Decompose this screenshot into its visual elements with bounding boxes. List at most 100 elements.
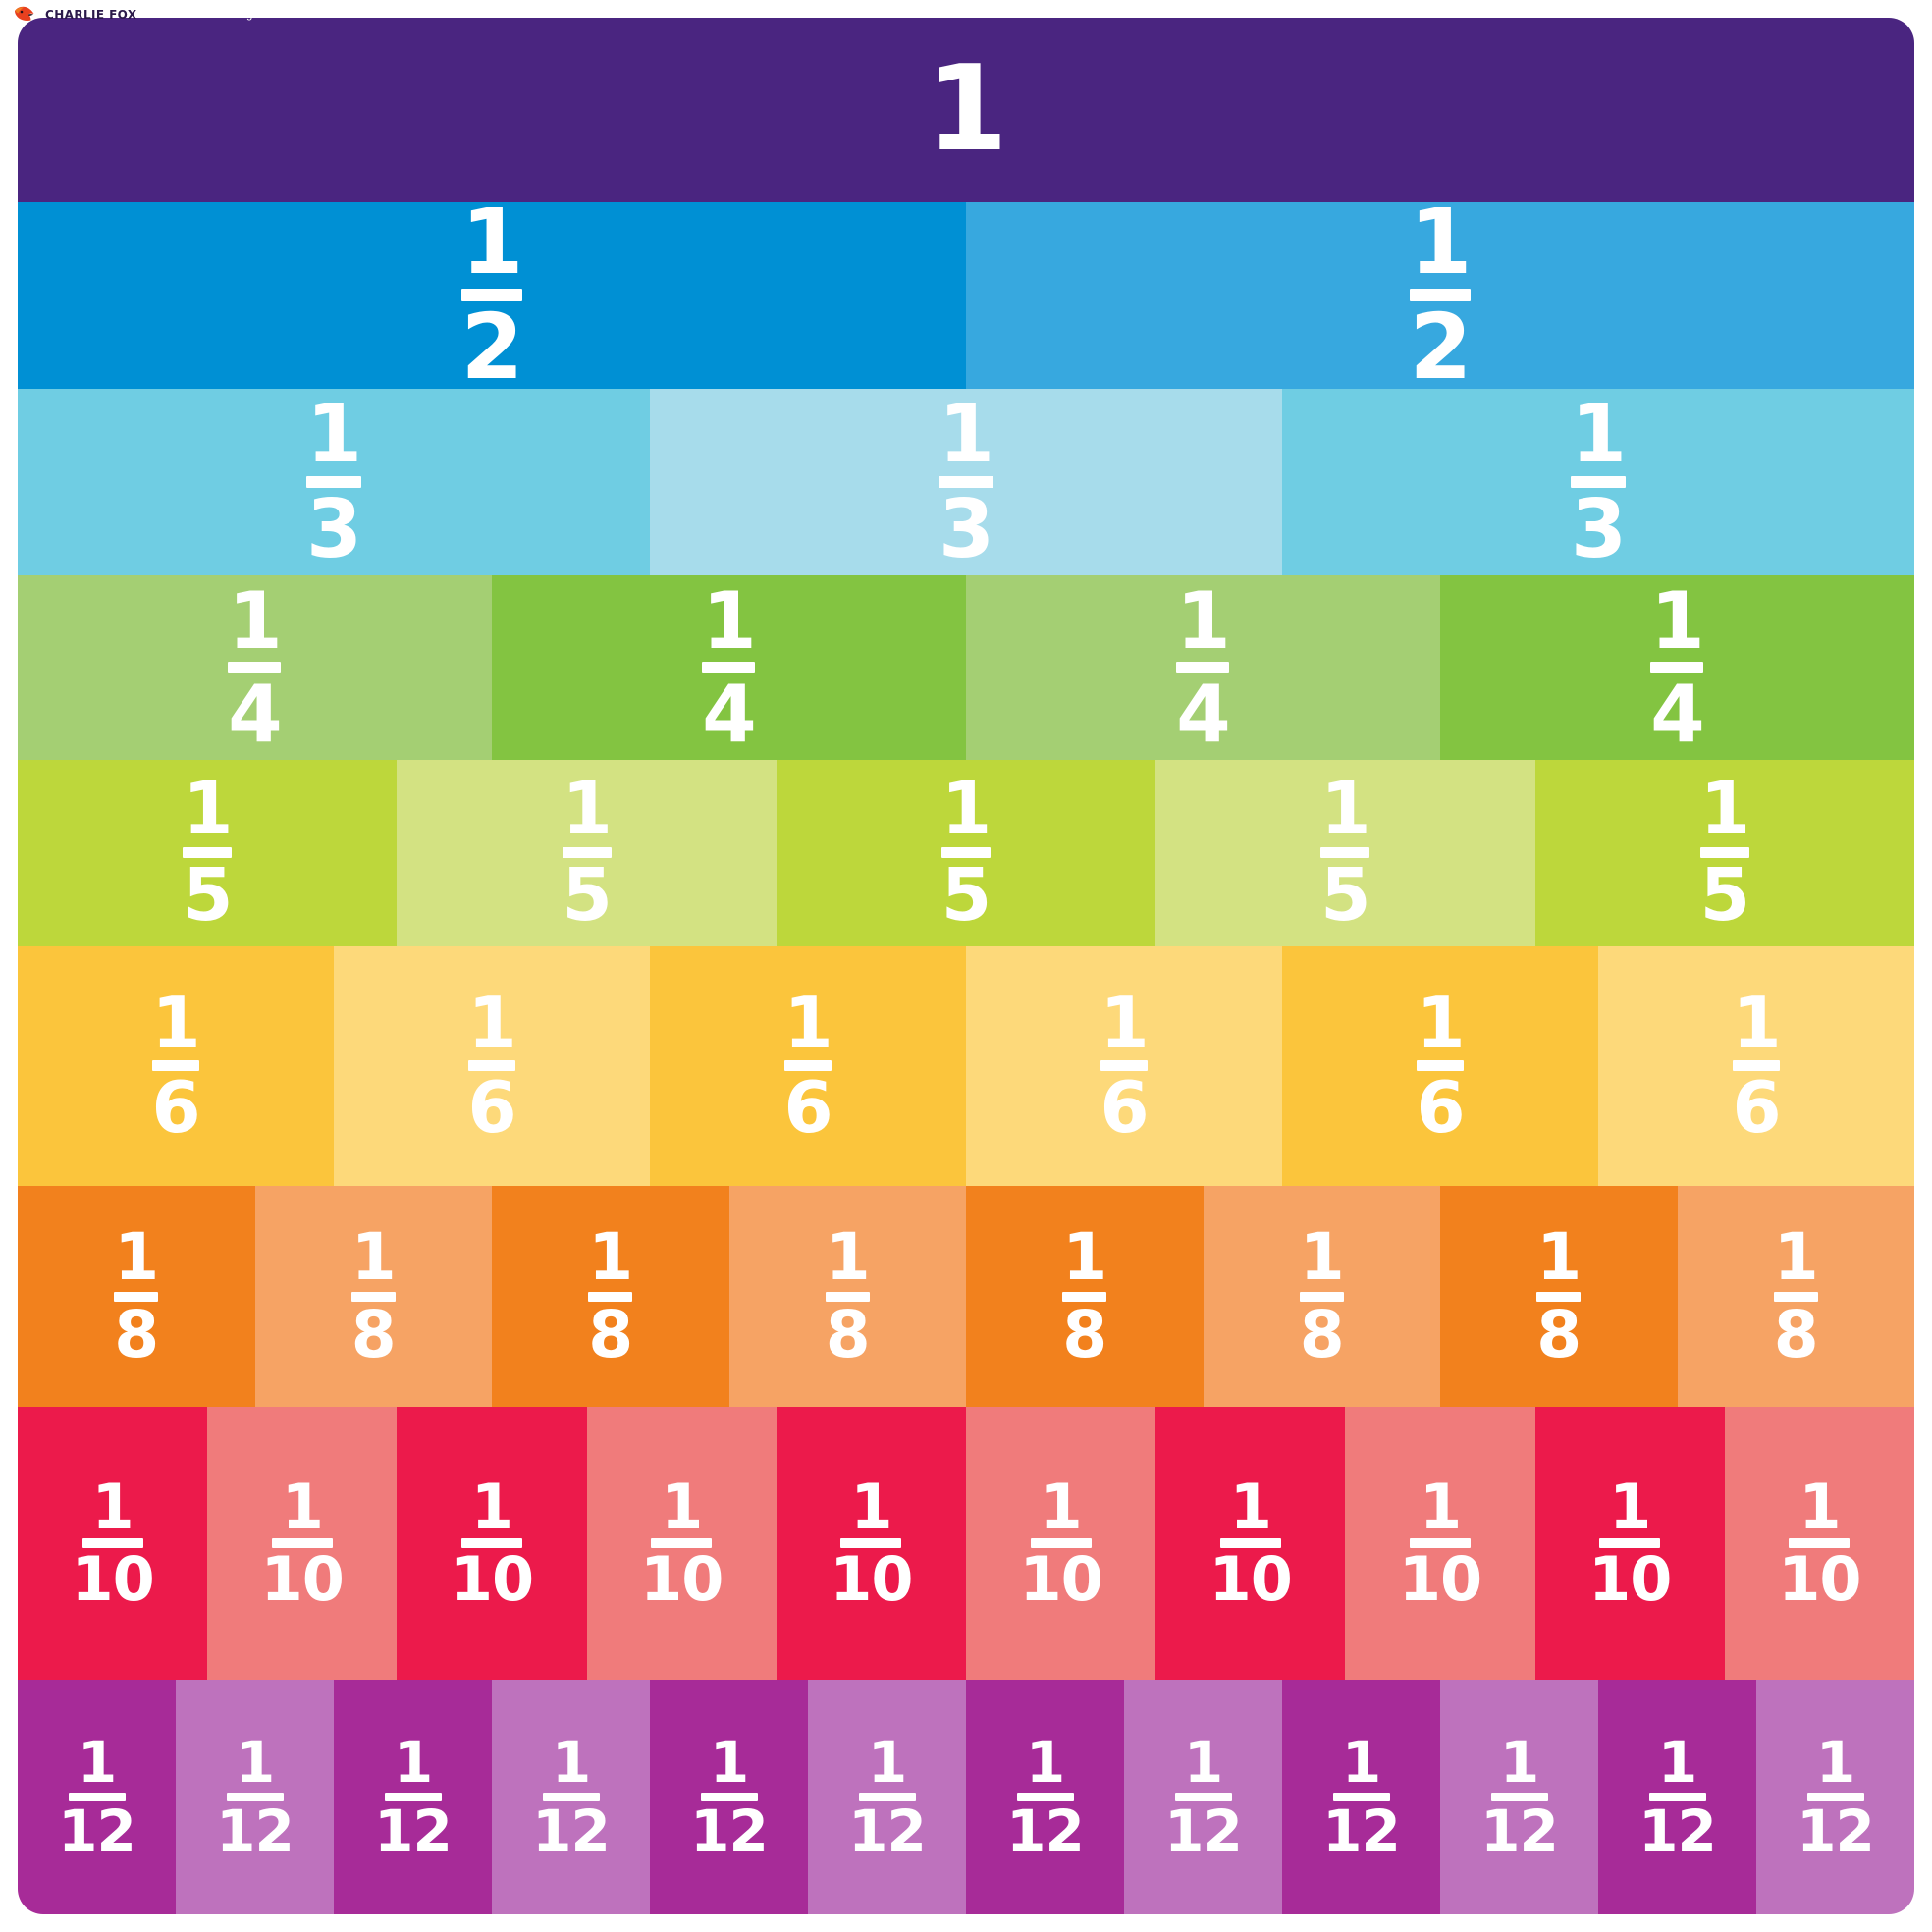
numerator: 1 [305, 388, 362, 481]
fraction-cell-tenths[interactable]: 1 10 [397, 1407, 587, 1680]
fraction-cell-eighths[interactable]: 18 [966, 1185, 1204, 1408]
denominator: 8 [1773, 1296, 1819, 1372]
fraction-cell-tenths[interactable]: 1 10 [18, 1407, 208, 1680]
denominator: 10 [1588, 1543, 1672, 1616]
fraction-cell-tenths[interactable]: 1 10 [586, 1407, 777, 1680]
fraction-cell-fifths[interactable]: 15 [1155, 759, 1535, 946]
numerator: 1 [783, 981, 832, 1064]
denominator: 12 [690, 1797, 769, 1864]
fraction-label-1-over-8: 18 [114, 1225, 159, 1367]
fraction-cell-tenths[interactable]: 1 10 [1345, 1407, 1535, 1680]
fraction-label-1-over-12: 1 12 [216, 1735, 295, 1859]
fraction-label-1-over-4: 14 [1650, 574, 1705, 753]
fraction-cell-fourths[interactable]: 14 [966, 574, 1440, 760]
fraction-cell-eighths[interactable]: 18 [1440, 1185, 1678, 1408]
fraction-cell-twelfths[interactable]: 1 12 [492, 1679, 650, 1914]
numerator: 1 [551, 1729, 591, 1797]
fraction-label-1-over-5: 15 [940, 766, 992, 932]
denominator: 4 [228, 668, 283, 760]
fraction-label-1-over-6: 16 [151, 988, 200, 1143]
fraction-cell-sixths[interactable]: 16 [1282, 945, 1598, 1186]
fraction-cell-thirds[interactable]: 13 [18, 388, 650, 575]
fraction-cell-twelfths[interactable]: 1 12 [334, 1679, 492, 1914]
fraction-cell-fourths[interactable]: 14 [492, 574, 966, 760]
fraction-cell-sixths[interactable]: 16 [1598, 945, 1914, 1186]
fraction-cell-eighths[interactable]: 18 [492, 1185, 729, 1408]
fraction-cell-twelfths[interactable]: 1 12 [1124, 1679, 1282, 1914]
numerator: 1 [1536, 1219, 1582, 1296]
numerator: 1 [1183, 1729, 1223, 1797]
fraction-cell-thirds[interactable]: 13 [1282, 388, 1914, 575]
fraction-label-1-over-12: 1 12 [1164, 1729, 1243, 1859]
fraction-cell-eighths[interactable]: 18 [254, 1185, 492, 1408]
fraction-cell-tenths[interactable]: 1 10 [1534, 1407, 1725, 1680]
denominator: 3 [1570, 482, 1627, 575]
denominator: 5 [182, 853, 233, 939]
fraction-cell-sixths[interactable]: 16 [18, 945, 334, 1186]
fraction-cell-tenths[interactable]: 1 10 [1724, 1407, 1914, 1680]
fraction-cell-twelfths[interactable]: 1 12 [966, 1679, 1124, 1914]
fraction-cell-halves[interactable]: 12 [18, 201, 966, 389]
numerator: 1 [1409, 201, 1472, 295]
fraction-wall-body: 1121213131314141414151515151516161616161… [18, 18, 1914, 1914]
fraction-cell-twelfths[interactable]: 1 12 [1598, 1679, 1756, 1914]
numerator: 1 [1650, 574, 1705, 667]
denominator: 10 [830, 1543, 913, 1616]
denominator: 3 [938, 482, 994, 575]
fraction-row-fifths: 1515151515 [18, 759, 1914, 946]
numerator: 1 [940, 766, 992, 851]
numerator: 1 [77, 1729, 117, 1797]
fraction-label-1-over-8: 18 [1773, 1225, 1819, 1372]
fraction-cell-twelfths[interactable]: 1 12 [650, 1679, 808, 1914]
fraction-cell-twelfths[interactable]: 1 12 [176, 1679, 334, 1914]
fraction-cell-fifths[interactable]: 15 [776, 759, 1156, 946]
fraction-cell-twelfths[interactable]: 1 12 [1282, 1679, 1440, 1914]
numerator: 1 [850, 1470, 892, 1542]
numerator: 1 [1416, 981, 1465, 1064]
fraction-cell-tenths[interactable]: 1 10 [1155, 1407, 1346, 1680]
fraction-label-1-over-12: 1 12 [1480, 1735, 1559, 1859]
fraction-label-1-over-4: 14 [1176, 581, 1231, 760]
numerator: 1 [1419, 1470, 1462, 1542]
fraction-cell-eighths[interactable]: 18 [1677, 1185, 1914, 1408]
numerator: 1 [1341, 1729, 1381, 1797]
fraction-cell-twelfths[interactable]: 1 12 [18, 1679, 176, 1914]
denominator: 6 [1732, 1066, 1781, 1150]
fraction-label-1-over-4: 14 [702, 581, 757, 753]
fraction-cell-tenths[interactable]: 1 10 [207, 1407, 398, 1680]
fraction-cell-sixths[interactable]: 16 [334, 945, 650, 1186]
fraction-cell-fourths[interactable]: 14 [1440, 574, 1914, 760]
numerator: 1 [562, 766, 612, 851]
fraction-cell-twelfths[interactable]: 1 12 [1756, 1679, 1914, 1914]
denominator: 4 [1176, 668, 1231, 760]
fraction-label-1-over-6: 16 [1732, 988, 1781, 1150]
fraction-row-sixths: 161616161616 [18, 945, 1914, 1186]
fraction-cell-fourths[interactable]: 14 [18, 574, 492, 760]
fraction-cell-eighths[interactable]: 18 [1203, 1185, 1440, 1408]
fraction-cell-fifths[interactable]: 15 [1534, 759, 1914, 946]
fraction-cell-thirds[interactable]: 13 [650, 388, 1282, 575]
fraction-cell-sixths[interactable]: 16 [650, 945, 966, 1186]
numerator: 1 [588, 1219, 633, 1296]
fraction-cell-fifths[interactable]: 15 [397, 759, 777, 946]
fraction-cell-halves[interactable]: 12 [966, 201, 1914, 389]
fraction-cell-twelfths[interactable]: 1 12 [808, 1679, 966, 1914]
fraction-cell-whole[interactable]: 1 [18, 18, 1914, 202]
fraction-cell-fifths[interactable]: 15 [18, 759, 398, 946]
fraction-cell-twelfths[interactable]: 1 12 [1440, 1679, 1598, 1914]
fraction-cell-tenths[interactable]: 1 10 [776, 1407, 967, 1680]
numerator: 1 [1815, 1729, 1855, 1797]
fraction-cell-eighths[interactable]: 18 [18, 1185, 255, 1408]
fraction-cell-tenths[interactable]: 1 10 [966, 1407, 1156, 1680]
numerator: 1 [1299, 1219, 1345, 1296]
fraction-label-1-over-10: 1 10 [71, 1470, 154, 1610]
numerator: 1 [91, 1470, 134, 1542]
denominator: 10 [450, 1543, 534, 1616]
fraction-label-1-over-12: 1 12 [1797, 1729, 1875, 1859]
fraction-cell-eighths[interactable]: 18 [728, 1185, 966, 1408]
denominator: 12 [374, 1797, 453, 1864]
fraction-cell-sixths[interactable]: 16 [966, 945, 1282, 1186]
fraction-row-whole: 1 [18, 18, 1914, 202]
fraction-row-thirds: 131313 [18, 388, 1914, 575]
fraction-label-1-over-10: 1 10 [1399, 1470, 1482, 1610]
